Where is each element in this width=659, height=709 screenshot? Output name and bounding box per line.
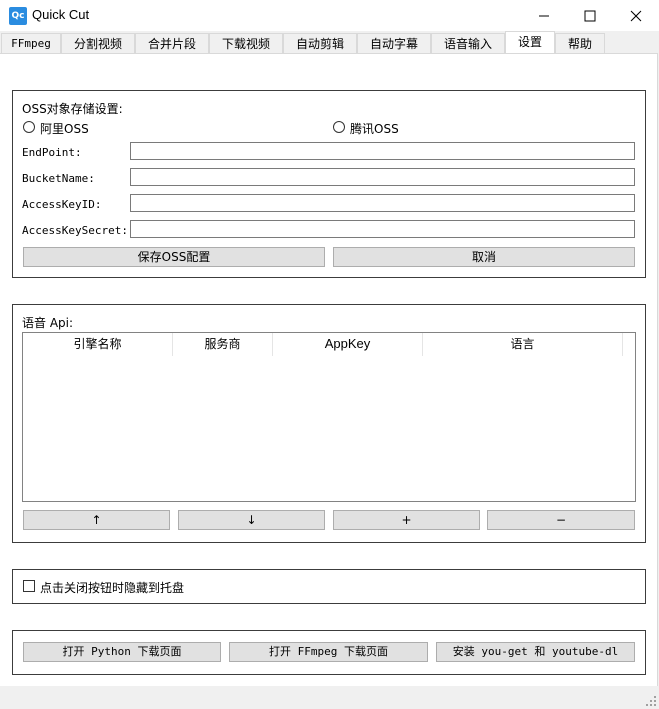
accesskeysecret-input[interactable] bbox=[130, 220, 635, 238]
tray-option-group: 点击关闭按钮时隐藏到托盘 bbox=[12, 569, 646, 604]
speech-api-group: 语音 Api: 引擎名称 服务商 AppKey 语言 ↑ ↓ + − bbox=[12, 304, 646, 543]
accesskeyid-input[interactable] bbox=[130, 194, 635, 212]
tab-split-video[interactable]: 分割视频 bbox=[61, 33, 135, 54]
hide-to-tray-checkbox[interactable] bbox=[23, 580, 35, 592]
install-youget-youtubedl-button[interactable]: 安装 you-get 和 youtube-dl bbox=[436, 642, 635, 662]
endpoint-input[interactable] bbox=[130, 142, 635, 160]
tab-settings[interactable]: 设置 bbox=[505, 31, 555, 54]
minimize-icon bbox=[539, 15, 549, 16]
resize-grip-icon[interactable] bbox=[645, 695, 657, 707]
aliyun-oss-radio[interactable] bbox=[23, 121, 35, 133]
minimize-button[interactable] bbox=[521, 0, 567, 31]
window-title: Quick Cut bbox=[32, 7, 90, 22]
hide-to-tray-label[interactable]: 点击关闭按钮时隐藏到托盘 bbox=[40, 579, 184, 596]
tab-voice-input[interactable]: 语音输入 bbox=[431, 33, 505, 54]
move-down-button[interactable]: ↓ bbox=[178, 510, 325, 530]
tab-bar: FFmpeg 分割视频 合并片段 下载视频 自动剪辑 自动字幕 语音输入 设置 … bbox=[1, 31, 605, 54]
remove-button[interactable]: − bbox=[487, 510, 635, 530]
tencent-oss-radio[interactable] bbox=[333, 121, 345, 133]
tab-download-video[interactable]: 下载视频 bbox=[209, 33, 283, 54]
oss-settings-group: OSS对象存储设置: 阿里OSS 腾讯OSS EndPoint: BucketN… bbox=[12, 90, 646, 278]
tencent-oss-label[interactable]: 腾讯OSS bbox=[350, 120, 399, 137]
save-oss-button[interactable]: 保存OSS配置 bbox=[23, 247, 325, 267]
column-header-provider[interactable]: 服务商 bbox=[173, 333, 273, 356]
open-python-download-button[interactable]: 打开 Python 下载页面 bbox=[23, 642, 221, 662]
download-links-group: 打开 Python 下载页面 打开 FFmpeg 下载页面 安装 you-get… bbox=[12, 630, 646, 675]
open-ffmpeg-download-button[interactable]: 打开 FFmpeg 下载页面 bbox=[229, 642, 428, 662]
aliyun-oss-label[interactable]: 阿里OSS bbox=[40, 120, 89, 137]
bucketname-label: BucketName: bbox=[22, 172, 95, 185]
tab-ffmpeg[interactable]: FFmpeg bbox=[1, 33, 61, 54]
speech-api-table[interactable]: 引擎名称 服务商 AppKey 语言 bbox=[22, 332, 636, 502]
add-button[interactable]: + bbox=[333, 510, 480, 530]
tab-merge-clips[interactable]: 合并片段 bbox=[135, 33, 209, 54]
tab-auto-edit[interactable]: 自动剪辑 bbox=[283, 33, 357, 54]
bucketname-input[interactable] bbox=[130, 168, 635, 186]
column-header-language[interactable]: 语言 bbox=[423, 333, 623, 356]
accesskeyid-label: AccessKeyID: bbox=[22, 198, 102, 211]
tab-help[interactable]: 帮助 bbox=[555, 33, 605, 54]
close-icon bbox=[630, 10, 642, 21]
oss-group-title: OSS对象存储设置: bbox=[22, 102, 123, 116]
tab-auto-subtitle[interactable]: 自动字幕 bbox=[357, 33, 431, 54]
close-button[interactable] bbox=[613, 0, 659, 31]
column-header-engine[interactable]: 引擎名称 bbox=[23, 333, 173, 356]
title-bar: Qc Quick Cut bbox=[0, 0, 659, 31]
column-header-appkey[interactable]: AppKey bbox=[273, 333, 423, 356]
endpoint-label: EndPoint: bbox=[22, 146, 82, 159]
speech-api-title: 语音 Api: bbox=[22, 316, 74, 330]
maximize-button[interactable] bbox=[567, 0, 613, 31]
status-bar bbox=[0, 686, 659, 709]
move-up-button[interactable]: ↑ bbox=[23, 510, 170, 530]
app-logo-icon: Qc bbox=[9, 7, 27, 25]
cancel-button[interactable]: 取消 bbox=[333, 247, 635, 267]
maximize-icon bbox=[584, 10, 596, 21]
accesskeysecret-label: AccessKeySecret: bbox=[22, 224, 128, 237]
